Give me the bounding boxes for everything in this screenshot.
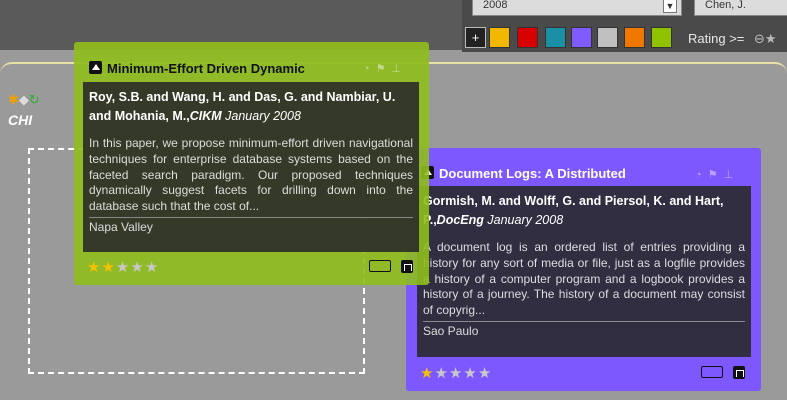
location: Napa Valley — [89, 219, 153, 234]
note-icon[interactable] — [369, 260, 391, 272]
color-swatch-yellow[interactable] — [489, 27, 510, 48]
rating-stars[interactable]: ★★★★★ — [87, 258, 159, 276]
year-dropdown[interactable]: 2008 ▼ — [472, 0, 682, 16]
color-swatch-purple[interactable] — [571, 27, 592, 48]
star-icon[interactable]: ★ — [449, 365, 463, 382]
star-icon[interactable]: ★ — [130, 259, 144, 276]
pin-icon: ◆ — [18, 92, 29, 107]
clock-icon[interactable]: ◔ — [363, 63, 376, 75]
abstract: A document log is an ordered list of ent… — [423, 240, 745, 322]
chevron-down-icon[interactable]: ▼ — [663, 0, 677, 13]
color-swatch-green[interactable] — [651, 27, 672, 48]
card-title[interactable]: Document Logs: A Distributed — [439, 166, 626, 181]
location: Sao Paulo — [423, 323, 479, 338]
venue: CIKM — [189, 109, 222, 123]
clear-rating-icon[interactable]: ⊖ — [754, 31, 765, 46]
authors: Gormish, M. and Wolff, G. and Piersol, K… — [423, 192, 745, 230]
trash-icon[interactable] — [733, 366, 745, 379]
card-body: Gormish, M. and Wolff, G. and Piersol, K… — [417, 186, 751, 357]
rating-stars[interactable]: ★★★★★ — [420, 364, 492, 382]
paper-card[interactable]: Document Logs: A Distributed ◔⚑⊥ Gormish… — [406, 148, 761, 391]
pin-icon[interactable]: ⊥ — [724, 169, 740, 181]
trash-icon[interactable] — [401, 260, 413, 273]
star-icon[interactable]: ★ — [87, 259, 101, 276]
abstract: In this paper, we propose minimum-effort… — [89, 136, 413, 218]
color-swatch-red[interactable] — [517, 27, 538, 48]
star-icon[interactable]: ★ — [478, 365, 492, 382]
pub-date: January 2008 — [487, 213, 564, 227]
star-icon[interactable]: ★ — [116, 259, 130, 276]
color-swatch-grey[interactable] — [597, 27, 618, 48]
add-color-button[interactable]: + — [465, 27, 486, 48]
color-swatch-orange[interactable] — [624, 27, 645, 48]
star-icon[interactable]: ★ — [765, 31, 777, 46]
group-label: CHI — [8, 112, 33, 128]
author-value: Chen, J. — [705, 0, 746, 11]
author-dropdown[interactable]: Chen, J. — [694, 0, 787, 16]
star-icon[interactable]: ★ — [101, 259, 115, 276]
asterisk-icon: ✱ — [8, 92, 19, 107]
clock-icon[interactable]: ◔ — [695, 169, 708, 181]
year-value: 2008 — [483, 0, 508, 11]
rating-filter-label: Rating >= — [688, 31, 745, 46]
color-swatch-teal[interactable] — [545, 27, 566, 48]
refresh-icon[interactable]: ↻ — [29, 92, 40, 107]
collapse-icon[interactable] — [89, 61, 102, 74]
card-title[interactable]: Minimum-Effort Driven Dynamic — [107, 61, 305, 76]
authors: Roy, S.B. and Wang, H. and Das, G. and N… — [89, 88, 413, 126]
venue: DocEng — [436, 213, 484, 227]
card-body: Roy, S.B. and Wang, H. and Das, G. and N… — [83, 82, 419, 252]
star-icon[interactable]: ★ — [463, 365, 477, 382]
flag-icon[interactable]: ⚑ — [708, 169, 724, 181]
star-icon[interactable]: ★ — [420, 365, 434, 382]
star-icon[interactable]: ★ — [145, 259, 159, 276]
paper-card[interactable]: Minimum-Effort Driven Dynamic ◔⚑⊥ Roy, S… — [74, 42, 429, 285]
flag-icon[interactable]: ⚑ — [376, 63, 392, 75]
rating-filter-stars[interactable]: ⊖★ — [754, 31, 777, 47]
pin-icon[interactable]: ⊥ — [392, 63, 408, 75]
star-icon[interactable]: ★ — [434, 365, 448, 382]
group-icons: ✱◆↻ — [8, 92, 40, 108]
pub-date: January 2008 — [225, 109, 301, 123]
note-icon[interactable] — [701, 366, 723, 378]
card-actions: ◔⚑⊥ — [695, 168, 739, 181]
card-actions: ◔⚑⊥ — [363, 62, 407, 75]
